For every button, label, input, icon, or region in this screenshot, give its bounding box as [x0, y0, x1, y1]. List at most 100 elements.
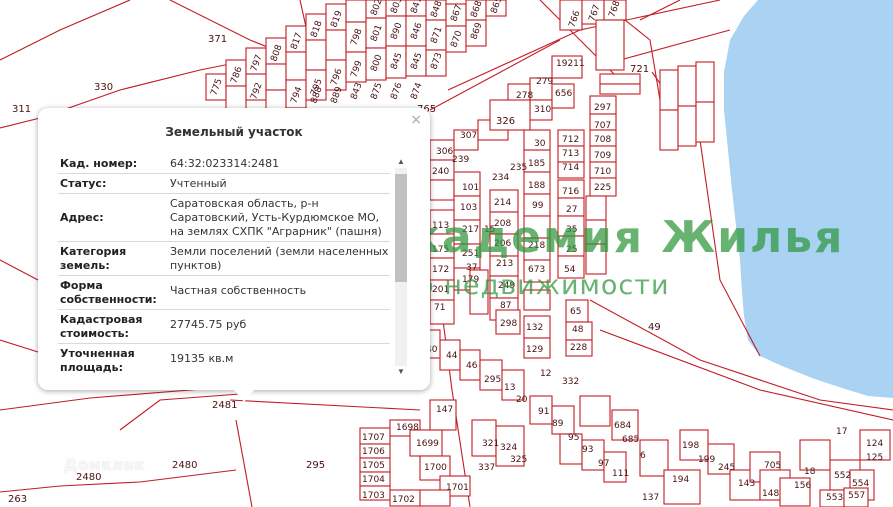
- svg-text:234: 234: [492, 173, 509, 183]
- svg-text:707: 707: [594, 121, 611, 131]
- svg-text:278: 278: [516, 91, 533, 101]
- svg-text:71: 71: [434, 303, 445, 313]
- svg-text:1706: 1706: [362, 447, 385, 457]
- svg-text:27: 27: [566, 205, 577, 215]
- svg-text:132: 132: [526, 323, 543, 333]
- svg-text:20: 20: [516, 395, 528, 405]
- svg-text:37: 37: [466, 263, 477, 273]
- scrollbar-thumb[interactable]: [395, 174, 407, 282]
- svg-text:99: 99: [532, 201, 544, 211]
- svg-text:225: 225: [594, 183, 611, 193]
- detail-key: Статус:: [60, 177, 107, 190]
- popup-details[interactable]: Кад. номер: 64:32:023314:2481 Статус: Уч…: [58, 154, 390, 376]
- svg-text:129: 129: [526, 345, 543, 355]
- svg-text:307: 307: [460, 131, 477, 141]
- svg-text:101: 101: [462, 183, 479, 193]
- detail-key: Форма собственности:: [60, 279, 157, 306]
- scroll-down-icon[interactable]: ▼: [394, 366, 408, 378]
- svg-text:35: 35: [566, 225, 577, 235]
- domclick-house-icon: [36, 455, 58, 476]
- detail-value: 19135 кв.м: [170, 352, 234, 365]
- svg-text:324: 324: [500, 443, 517, 453]
- svg-text:201: 201: [432, 285, 449, 295]
- scroll-up-icon[interactable]: ▲: [394, 156, 408, 168]
- detail-key: Кад. номер:: [60, 157, 138, 170]
- svg-text:326: 326: [496, 116, 515, 127]
- svg-text:1698: 1698: [396, 423, 419, 433]
- popup-scrollbar[interactable]: ▲ ▼: [394, 156, 408, 378]
- svg-text:95: 95: [568, 433, 579, 443]
- svg-text:175: 175: [432, 245, 449, 255]
- svg-text:49: 49: [648, 322, 661, 333]
- svg-text:249: 249: [498, 281, 515, 291]
- svg-text:712: 712: [562, 135, 579, 145]
- svg-text:103: 103: [460, 203, 477, 213]
- land-plot-popup: Земельный участок × Кад. номер: 64:32:02…: [38, 108, 430, 402]
- svg-text:874: 874: [409, 81, 424, 101]
- svg-text:554: 554: [852, 479, 869, 489]
- svg-text:251: 251: [462, 249, 479, 259]
- svg-text:188: 188: [528, 181, 545, 191]
- svg-text:876: 876: [389, 81, 404, 101]
- svg-text:709: 709: [594, 151, 611, 161]
- svg-text:18: 18: [804, 467, 816, 477]
- svg-text:716: 716: [562, 187, 579, 197]
- detail-value: 64:32:023314:2481: [170, 157, 280, 170]
- svg-text:91: 91: [538, 407, 549, 417]
- svg-text:714: 714: [562, 163, 579, 173]
- popup-title: Земельный участок: [165, 125, 303, 139]
- svg-text:12: 12: [540, 369, 551, 379]
- svg-text:6: 6: [640, 451, 646, 461]
- svg-text:297: 297: [594, 103, 611, 113]
- svg-text:156: 156: [794, 481, 811, 491]
- svg-text:325: 325: [510, 455, 527, 465]
- detail-row: Кад. номер: 64:32:023314:2481: [58, 154, 390, 174]
- svg-text:25: 25: [566, 245, 577, 255]
- svg-text:1699: 1699: [416, 439, 439, 449]
- svg-text:240: 240: [432, 167, 449, 177]
- water-body: [724, 0, 893, 398]
- svg-text:311: 311: [12, 104, 31, 115]
- svg-text:1703: 1703: [362, 491, 385, 501]
- domclick-text: Домклик: [64, 456, 146, 474]
- svg-text:708: 708: [594, 135, 611, 145]
- detail-value: Саратовская область, р-н Саратовский, Ус…: [170, 197, 382, 238]
- detail-value: 27745.75 руб: [170, 318, 247, 331]
- svg-text:235: 235: [510, 163, 527, 173]
- svg-text:48: 48: [572, 325, 584, 335]
- svg-text:295: 295: [306, 460, 325, 471]
- svg-text:15: 15: [484, 225, 495, 235]
- detail-row: Уточненная площадь: 19135 кв.м: [58, 344, 390, 376]
- svg-text:553: 553: [826, 493, 843, 503]
- svg-text:185: 185: [528, 159, 545, 169]
- svg-text:65: 65: [570, 307, 581, 317]
- detail-row: Адрес: Саратовская область, р-н Саратовс…: [58, 194, 390, 242]
- close-icon[interactable]: ×: [410, 112, 422, 128]
- detail-row: Категория земель: Земли поселений (земли…: [58, 242, 390, 276]
- detail-key: Уточненная площадь:: [60, 347, 135, 374]
- detail-value: Учтенный: [170, 177, 227, 190]
- svg-text:206: 206: [494, 239, 511, 249]
- svg-text:19211: 19211: [556, 59, 585, 69]
- detail-value: Частная собственность: [170, 284, 307, 297]
- svg-text:137: 137: [642, 493, 659, 503]
- svg-text:30: 30: [534, 139, 546, 149]
- plots-east: 766 767 768 721: [559, 0, 715, 151]
- svg-text:214: 214: [494, 198, 511, 208]
- svg-text:208: 208: [494, 219, 511, 229]
- svg-text:1704: 1704: [362, 475, 385, 485]
- svg-text:710: 710: [594, 167, 611, 177]
- svg-text:673: 673: [528, 265, 545, 275]
- svg-text:1707: 1707: [362, 433, 385, 443]
- svg-text:89: 89: [552, 419, 564, 429]
- svg-text:713: 713: [562, 149, 579, 159]
- svg-text:371: 371: [208, 34, 227, 45]
- plots-center: 306 307 326 278 279 19211 310 656 240 23…: [429, 55, 661, 359]
- svg-text:685: 685: [622, 435, 639, 445]
- detail-key: Адрес:: [60, 211, 104, 224]
- svg-text:125: 125: [866, 453, 883, 463]
- svg-text:147: 147: [436, 405, 453, 415]
- svg-text:97: 97: [598, 459, 609, 469]
- detail-row: Форма собственности: Частная собственнос…: [58, 276, 390, 310]
- svg-text:330: 330: [94, 82, 113, 93]
